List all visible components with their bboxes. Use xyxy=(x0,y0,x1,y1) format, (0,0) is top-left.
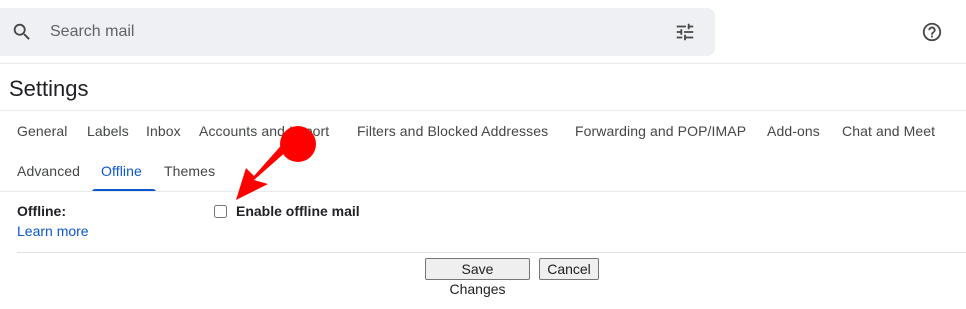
tab-add-ons[interactable]: Add-ons xyxy=(767,121,820,141)
enable-offline-mail-label[interactable]: Enable offline mail xyxy=(236,202,360,220)
title-divider xyxy=(0,110,966,111)
page-title: Settings xyxy=(9,76,89,101)
tab-forwarding-and-pop-imap[interactable]: Forwarding and POP/IMAP xyxy=(575,121,746,141)
learn-more-link[interactable]: Learn more xyxy=(17,222,89,240)
tune-icon[interactable] xyxy=(674,21,696,43)
tab-themes[interactable]: Themes xyxy=(164,161,215,181)
enable-offline-mail-checkbox[interactable] xyxy=(214,205,227,218)
help-icon[interactable] xyxy=(921,21,943,43)
search-bar xyxy=(0,8,715,56)
tab-chat-and-meet[interactable]: Chat and Meet xyxy=(842,121,935,141)
search-icon[interactable] xyxy=(11,21,33,43)
tab-general[interactable]: General xyxy=(17,121,68,141)
cancel-button[interactable]: Cancel xyxy=(539,258,599,280)
search-input[interactable] xyxy=(50,8,650,56)
save-changes-button[interactable]: Save Changes xyxy=(425,258,530,297)
tab-offline[interactable]: Offline xyxy=(101,161,142,181)
tabs-divider xyxy=(0,191,966,192)
tab-filters-and-blocked-addresses[interactable]: Filters and Blocked Addresses xyxy=(357,121,548,141)
actions-divider xyxy=(17,252,966,253)
tab-advanced[interactable]: Advanced xyxy=(17,161,80,181)
tab-accounts-and-import[interactable]: Accounts and Import xyxy=(199,121,329,141)
tab-inbox[interactable]: Inbox xyxy=(146,121,181,141)
header-divider xyxy=(0,63,966,64)
offline-section-label: Offline: xyxy=(17,203,66,219)
tab-labels[interactable]: Labels xyxy=(87,121,129,141)
